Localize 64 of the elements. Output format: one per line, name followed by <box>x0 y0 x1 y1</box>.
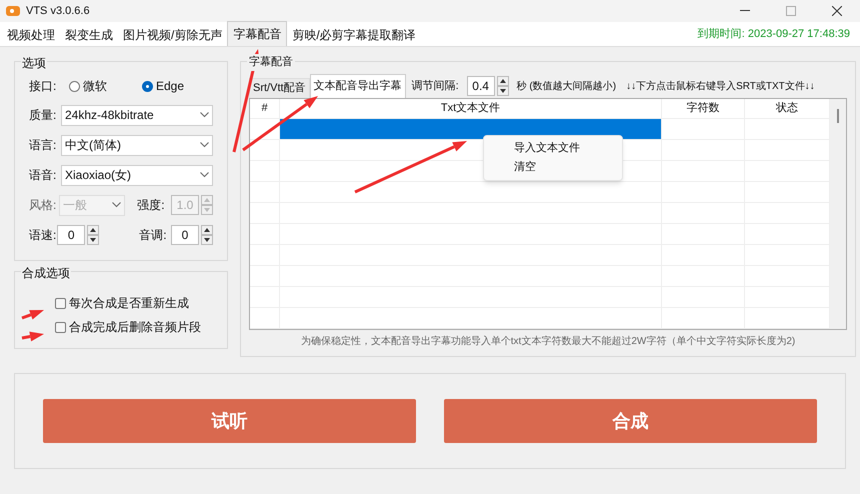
tab[interactable]: Srt/Vtt配音 <box>249 78 310 98</box>
table-row[interactable] <box>250 119 830 140</box>
spin-down-button[interactable] <box>87 235 100 245</box>
close-icon <box>832 6 842 16</box>
hint-text: 秒 (数值越大间隔越小) <box>516 80 616 94</box>
spin-up-button[interactable] <box>87 225 100 235</box>
annotation-arrow <box>21 310 44 320</box>
tab[interactable]: 裂变生成 <box>60 24 118 46</box>
menu-item[interactable]: 清空 <box>484 158 622 177</box>
menu-item[interactable]: 导入文本文件 <box>484 139 622 158</box>
tab[interactable]: 图片视频/剪除无声 <box>118 24 228 46</box>
down-arrow-icon <box>500 89 506 93</box>
column-header[interactable]: # <box>250 99 280 118</box>
down-arrow-icon <box>90 238 96 242</box>
window-title: VTS v3.0.6.6 <box>26 4 90 19</box>
field-label: 风格: <box>29 197 58 214</box>
field-label: 语言: <box>29 137 58 154</box>
minimize-icon <box>740 10 750 12</box>
scrollbar[interactable] <box>830 99 846 329</box>
instruction-text: ↓↓下方点击鼠标右键导入SRT或TXT文件↓↓ <box>626 80 815 94</box>
tab[interactable]: 视频处理 <box>2 24 60 46</box>
down-arrow-icon <box>204 208 210 212</box>
field-label: 接口: <box>29 78 58 95</box>
group-title: 选项 <box>21 54 47 72</box>
chevron-down-icon <box>200 112 209 118</box>
radio-button[interactable]: 微软 <box>69 77 142 95</box>
note-text: 为确保稳定性，文本配音导出字幕功能导入单个txt文本字符数最大不能超过2W字符（单个中文字符实际长度为2) <box>300 334 796 348</box>
up-arrow-icon <box>90 228 96 232</box>
field-label: 语音: <box>29 167 58 184</box>
tab[interactable]: 文本配音导出字幕 <box>310 74 406 98</box>
tab[interactable]: 剪映/必剪字幕提取翻译 <box>287 24 421 46</box>
group-title: 字幕配音 <box>247 54 295 70</box>
up-arrow-icon <box>500 79 506 83</box>
app-logo-icon <box>6 5 20 17</box>
number-field[interactable]: 0 <box>57 225 86 245</box>
up-arrow-icon <box>204 228 210 232</box>
dropdown[interactable]: 中文(简体) <box>61 134 213 156</box>
down-arrow-icon <box>204 238 210 242</box>
checkbox[interactable]: 每次合成是否重新生成 <box>55 294 227 312</box>
spin-up-button[interactable] <box>496 76 509 86</box>
radio-button[interactable]: Edge <box>142 77 184 95</box>
field-label: 质量: <box>29 107 58 124</box>
chevron-down-icon <box>200 172 209 178</box>
field-label: 调节间隔: <box>412 78 459 94</box>
maximize-icon <box>786 6 796 16</box>
dropdown[interactable]: Xiaoxiao(女) <box>61 164 213 186</box>
column-header[interactable]: 字符数 <box>662 99 745 118</box>
expiry-time: 到期时间: 2023-09-27 17:48:39 <box>698 26 850 42</box>
dropdown[interactable]: 24khz-48kbitrate <box>61 104 213 126</box>
spin-down-button[interactable] <box>201 235 213 245</box>
field-label: 强度: <box>137 197 166 214</box>
annotation-arrow <box>22 332 44 342</box>
chevron-down-icon <box>200 142 209 148</box>
tab[interactable]: 字幕配音 <box>227 21 288 46</box>
up-arrow-icon <box>204 198 210 202</box>
spin-down-button[interactable] <box>496 86 509 96</box>
number-field[interactable]: 0.4 <box>466 76 495 96</box>
chevron-down-icon <box>112 202 122 208</box>
field-label: 音调: <box>139 227 168 244</box>
group-title: 合成选项 <box>21 264 71 282</box>
spin-up-button[interactable] <box>201 225 213 235</box>
checkbox[interactable]: 合成完成后删除音频片段 <box>55 318 227 336</box>
field-label: 语速: <box>29 227 58 244</box>
number-field[interactable]: 0 <box>171 225 199 245</box>
